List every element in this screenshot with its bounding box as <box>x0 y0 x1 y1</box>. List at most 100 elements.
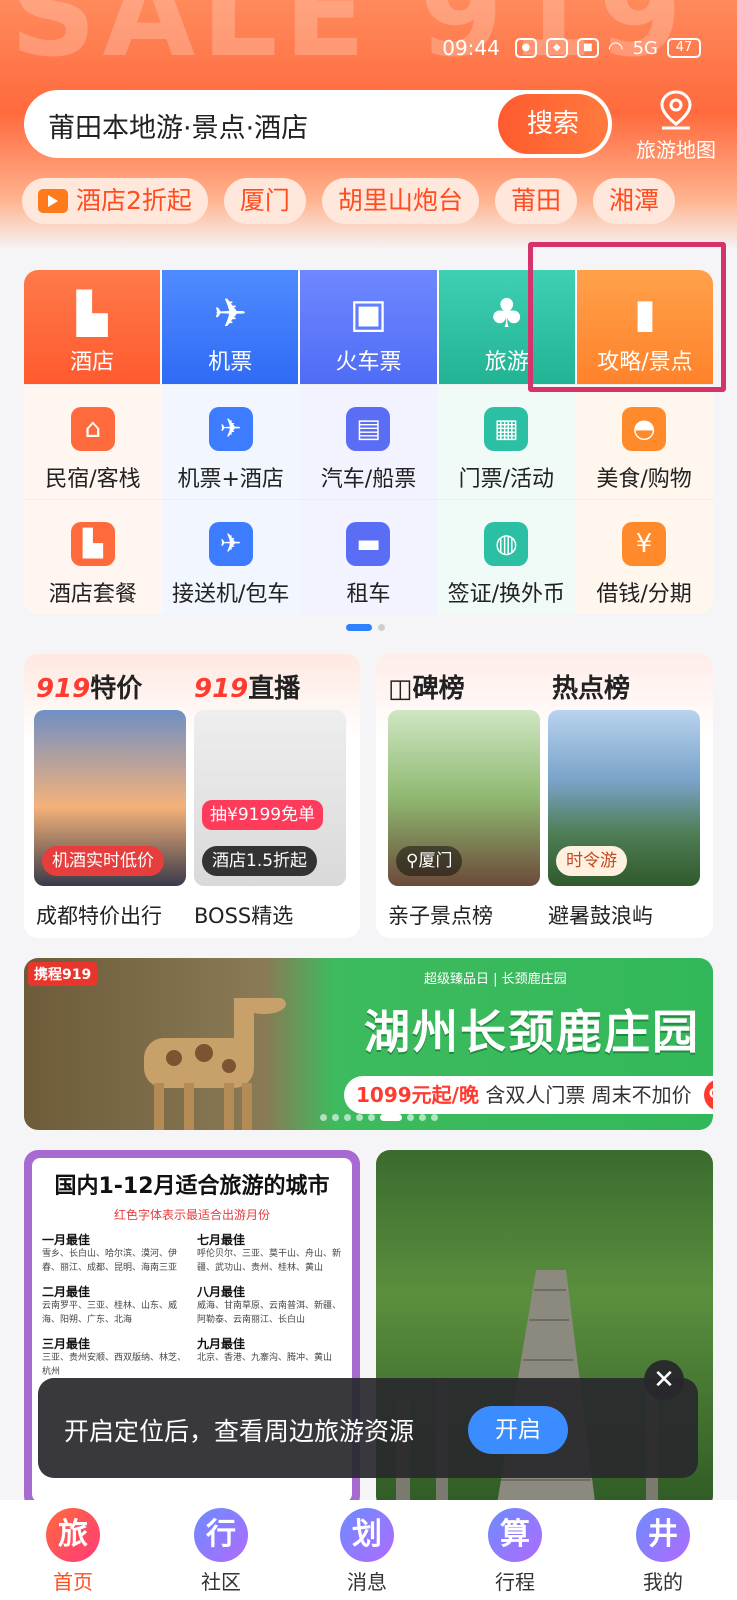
tab-profile[interactable]: 井 我的 <box>618 1508 708 1595</box>
go-button[interactable]: GO <box>703 1079 713 1111</box>
tile-hotel[interactable]: ▙ 酒店 <box>24 270 163 384</box>
money-bag-icon: ¥ <box>622 522 667 566</box>
location-tag: ⚲厦门 <box>396 846 463 876</box>
chip-putian[interactable]: 莆田 <box>494 178 577 224</box>
special-price-header[interactable]: 919特价 <box>36 668 142 705</box>
price-pill[interactable]: 1099元起/晚 含双人门票 周末不加价 GO <box>344 1076 713 1114</box>
sub-loan[interactable]: ¥ 借钱/分期 <box>575 500 713 614</box>
month-cities: 呼伦贝尔、三亚、莫干山、舟山、新疆、武功山、贵州、桂林、黄山 <box>197 1249 342 1273</box>
chengdu-image[interactable]: 机酒实时低价 <box>34 710 186 886</box>
chip-hulishan[interactable]: 胡里山炮台 <box>321 178 479 224</box>
price-desc: 含双人门票 周末不加价 <box>485 1083 692 1107</box>
sub-homestay[interactable]: ⌂ 民宿/客栈 <box>24 385 162 499</box>
ranking-header[interactable]: ◫碑榜 <box>388 668 465 705</box>
tab-label: 我的 <box>643 1570 683 1594</box>
app-icon: ■ <box>576 38 599 58</box>
palm-icon: ♣ <box>488 291 525 337</box>
caption-chengdu[interactable]: 成都特价出行 <box>36 900 162 930</box>
chip-label: 酒店2折起 <box>76 186 192 215</box>
chip-xiamen[interactable]: 厦门 <box>223 178 306 224</box>
banner-title: 湖州长颈鹿庄园 <box>364 1005 700 1059</box>
price-text: 1099元起/晚 <box>356 1083 479 1107</box>
chip-hotel-discount[interactable]: 酒店2折起 <box>22 178 208 224</box>
hot-list-header[interactable]: 热点榜 <box>552 668 630 705</box>
tab-home[interactable]: 旅 首页 <box>28 1508 118 1595</box>
live-header[interactable]: 919直播 <box>194 668 300 705</box>
tile-label: 机票 <box>208 350 253 375</box>
car-plane-icon: ✈ <box>208 522 253 566</box>
profile-icon: 井 <box>636 1508 690 1562</box>
quick-chips: 酒店2折起 厦门 胡里山炮台 莆田 湘潭 <box>22 178 675 224</box>
giraffe-image <box>144 998 286 1130</box>
tab-community[interactable]: 行 社区 <box>176 1508 266 1595</box>
search-input[interactable]: 莆田本地游·景点·酒店 <box>48 106 308 145</box>
home-icon: 旅 <box>46 1508 100 1562</box>
family-image[interactable]: ⚲厦门 <box>388 710 540 886</box>
sub-label: 民宿/客栈 <box>45 467 141 492</box>
location-permission-toast: 开启定位后，查看周边旅游资源 开启 ✕ <box>38 1360 698 1478</box>
travel-map-button[interactable]: 旅游地图 <box>624 90 728 163</box>
tile-train[interactable]: ▣ 火车票 <box>300 270 439 384</box>
chip-xiangtan[interactable]: 湘潭 <box>592 178 675 224</box>
poster-row: 一月最佳 雪乡、长白山、哈尔滨、漠河、伊春、丽江、成都、昆明、海南三亚 七月最佳呼… <box>42 1233 342 1275</box>
sub-transfer[interactable]: ✈ 接送机/包车 <box>161 500 300 614</box>
globe-currency-icon: ◍ <box>484 522 529 566</box>
title-text: 碑榜 <box>412 674 465 704</box>
sub-label: 汽车/船票 <box>320 467 417 492</box>
ticket-icon: ▦ <box>484 407 529 451</box>
search-bar[interactable]: 莆田本地游·景点·酒店 搜索 <box>24 90 612 158</box>
hotel-icon: ▙ <box>76 291 108 337</box>
sub-category-row-1: ⌂ 民宿/客栈 ✈ 机票+酒店 ▤ 汽车/船票 ▦ 门票/活动 ◓ 美食/购物 <box>24 384 713 499</box>
sub-label: 酒店套餐 <box>48 582 137 607</box>
tab-label: 首页 <box>53 1570 93 1594</box>
giraffe-manor-banner[interactable]: 携程919 超级臻品日 | 长颈鹿庄园 湖州长颈鹿庄园 1099元起/晚 含双人… <box>24 958 713 1130</box>
title-text: 特价 <box>90 674 143 704</box>
sub-car-rental[interactable]: ▬ 租车 <box>299 500 438 614</box>
sub-bus-ferry[interactable]: ▤ 汽车/船票 <box>299 385 438 499</box>
highlight-box <box>528 242 726 392</box>
wifi-icon: ◠ <box>607 37 624 59</box>
poster-subtitle: 红色字体表示最适合出游月份 <box>113 1208 270 1222</box>
caption-gulangyu[interactable]: 避暑鼓浪屿 <box>548 900 653 930</box>
close-icon[interactable]: ✕ <box>644 1360 684 1400</box>
promo-tag: 酒店1.5折起 <box>202 846 318 876</box>
sub-tickets[interactable]: ▦ 门票/活动 <box>437 385 576 499</box>
caption-boss[interactable]: BOSS精选 <box>194 900 293 930</box>
caption-family[interactable]: 亲子景点榜 <box>388 900 493 930</box>
map-pin-icon <box>660 90 692 130</box>
message-icon: ◆ <box>545 38 568 58</box>
month-title: 七月最佳 <box>197 1233 246 1247</box>
enable-location-button[interactable]: 开启 <box>468 1406 568 1454</box>
month-cities: 云南罗平、三亚、桂林、山东、威海、阳朔、广东、北海 <box>42 1301 178 1325</box>
month-cities: 雪乡、长白山、哈尔滨、漠河、伊春、丽江、成都、昆明、海南三亚 <box>42 1249 178 1273</box>
gulangyu-image[interactable]: 时令游 <box>548 710 700 886</box>
month-title: 二月最佳 <box>42 1285 91 1299</box>
sub-category-row-2: ▙ 酒店套餐 ✈ 接送机/包车 ▬ 租车 ◍ 签证/换外币 ¥ 借钱/分期 <box>24 499 713 614</box>
boss-image[interactable]: 抽¥9199免单 酒店1.5折起 <box>194 710 346 886</box>
promo-card-rankings: ◫碑榜 热点榜 ⚲厦门 时令游 亲子景点榜 避暑鼓浪屿 <box>376 654 713 938</box>
brand-badge: 携程919 <box>28 962 98 986</box>
battery-icon: 47 <box>667 38 701 58</box>
tile-flight[interactable]: ✈ 机票 <box>162 270 301 384</box>
month-title: 九月最佳 <box>197 1337 246 1351</box>
month-cities: 威海、甘南草原、云南普洱、新疆、阿勒泰、云南丽江、长白山 <box>197 1301 342 1325</box>
tab-messages[interactable]: 划 消息 <box>322 1508 412 1595</box>
tab-itinerary[interactable]: 算 行程 <box>470 1508 560 1595</box>
search-button[interactable]: 搜索 <box>498 94 608 154</box>
sub-hotel-package[interactable]: ▙ 酒店套餐 <box>24 500 162 614</box>
tile-label: 火车票 <box>335 350 402 375</box>
sub-flight-hotel[interactable]: ✈ 机票+酒店 <box>161 385 300 499</box>
month-block: 八月最佳 威海、甘南草原、云南普洱、新疆、阿勒泰、云南丽江、长白山 <box>197 1285 342 1327</box>
sub-label: 签证/换外币 <box>447 582 565 607</box>
shopping-bag-icon: ◓ <box>622 407 667 451</box>
wechat-icon: ● <box>514 38 537 58</box>
community-icon: 行 <box>194 1508 248 1562</box>
month-block: 二月最佳云南罗平、三亚、桂林、山东、威海、阳朔、广东、北海 <box>42 1285 187 1327</box>
poster-row: 二月最佳云南罗平、三亚、桂林、山东、威海、阳朔、广东、北海 八月最佳 威海、甘南草… <box>42 1285 342 1327</box>
video-icon <box>38 189 68 213</box>
toast-message: 开启定位后，查看周边旅游资源 <box>64 1417 415 1446</box>
title-text: 直播 <box>248 674 301 704</box>
sub-food-shopping[interactable]: ◓ 美食/购物 <box>575 385 713 499</box>
location-pin-icon: ⚲ <box>406 851 419 871</box>
sub-visa[interactable]: ◍ 签证/换外币 <box>437 500 576 614</box>
